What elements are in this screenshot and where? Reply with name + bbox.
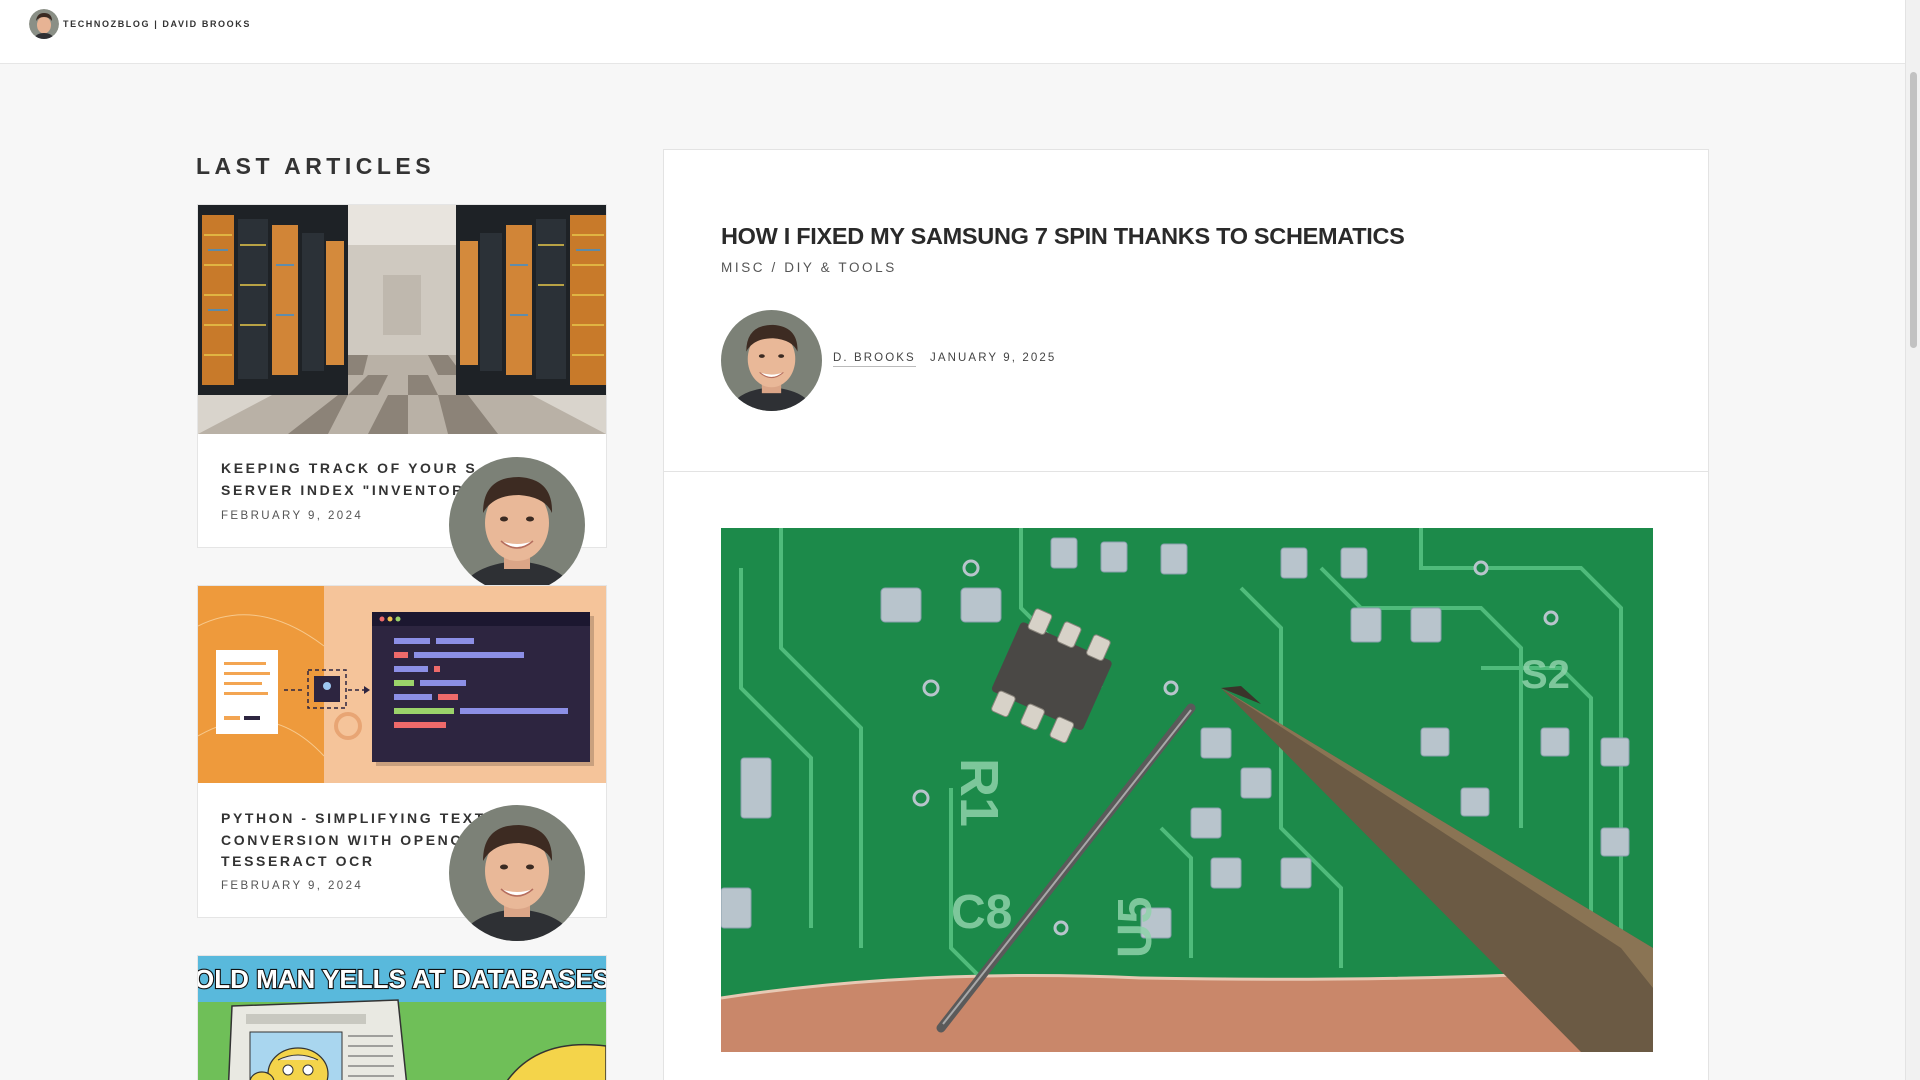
server-room-image (198, 205, 606, 434)
svg-text:U5: U5 (1109, 897, 1162, 958)
page-scrollbar[interactable] (1905, 0, 1920, 1080)
card-date: FEBRUARY 9, 2024 (221, 880, 364, 892)
post-date: JANUARY 9, 2025 (930, 352, 1057, 364)
category-link-diy-tools[interactable]: DIY & TOOLS (784, 260, 897, 275)
article-card-server-inventory[interactable]: KEEPING TRACK OF YOUR S SERVER INDEX "IN… (197, 204, 607, 593)
scrollbar-thumb[interactable] (1910, 72, 1917, 348)
page: TECHNOZBLOG | DAVID BROOKS LAST ARTICLES (0, 0, 1920, 1080)
author-avatar (721, 310, 822, 411)
meme-caption: OLD MAN YELLS AT DATABASES (198, 964, 606, 994)
author-avatar (449, 805, 585, 941)
article-categories: MISC / DIY & TOOLS (721, 260, 897, 275)
article-card-python-ocr[interactable]: PYTHON - SIMPLIFYING TEXT CONVERSION WIT… (197, 585, 607, 941)
svg-text:S2: S2 (1521, 653, 1570, 697)
svg-text:R1: R1 (949, 758, 1009, 827)
databases-meme-image: OLD MAN YELLS AT DATABASES (198, 956, 606, 1080)
main-article: HOW I FIXED MY SAMSUNG 7 SPIN THANKS TO … (663, 149, 1709, 1080)
logo-avatar (29, 9, 59, 39)
author-name-link[interactable]: D. BROOKS (833, 352, 916, 367)
svg-text:C8: C8 (951, 886, 1012, 939)
article-title: HOW I FIXED MY SAMSUNG 7 SPIN THANKS TO … (721, 223, 1405, 249)
site-logo-link[interactable]: TECHNOZBLOG | DAVID BROOKS (29, 8, 251, 40)
site-name: TECHNOZBLOG | DAVID BROOKS (63, 19, 251, 29)
last-articles-heading: LAST ARTICLES (196, 153, 436, 179)
card-date: FEBRUARY 9, 2024 (221, 510, 364, 522)
article-header: HOW I FIXED MY SAMSUNG 7 SPIN THANKS TO … (664, 150, 1708, 472)
article-hero-image: R1 C8 U5 S2 (721, 528, 1653, 1052)
author-avatar (449, 457, 585, 593)
category-separator: / (765, 260, 785, 275)
site-header: TECHNOZBLOG | DAVID BROOKS (0, 0, 1905, 64)
article-card-databases-meme[interactable]: OLD MAN YELLS AT DATABASES (197, 955, 607, 1080)
category-link-misc[interactable]: MISC (721, 260, 765, 275)
ocr-illustration-image (198, 586, 606, 783)
